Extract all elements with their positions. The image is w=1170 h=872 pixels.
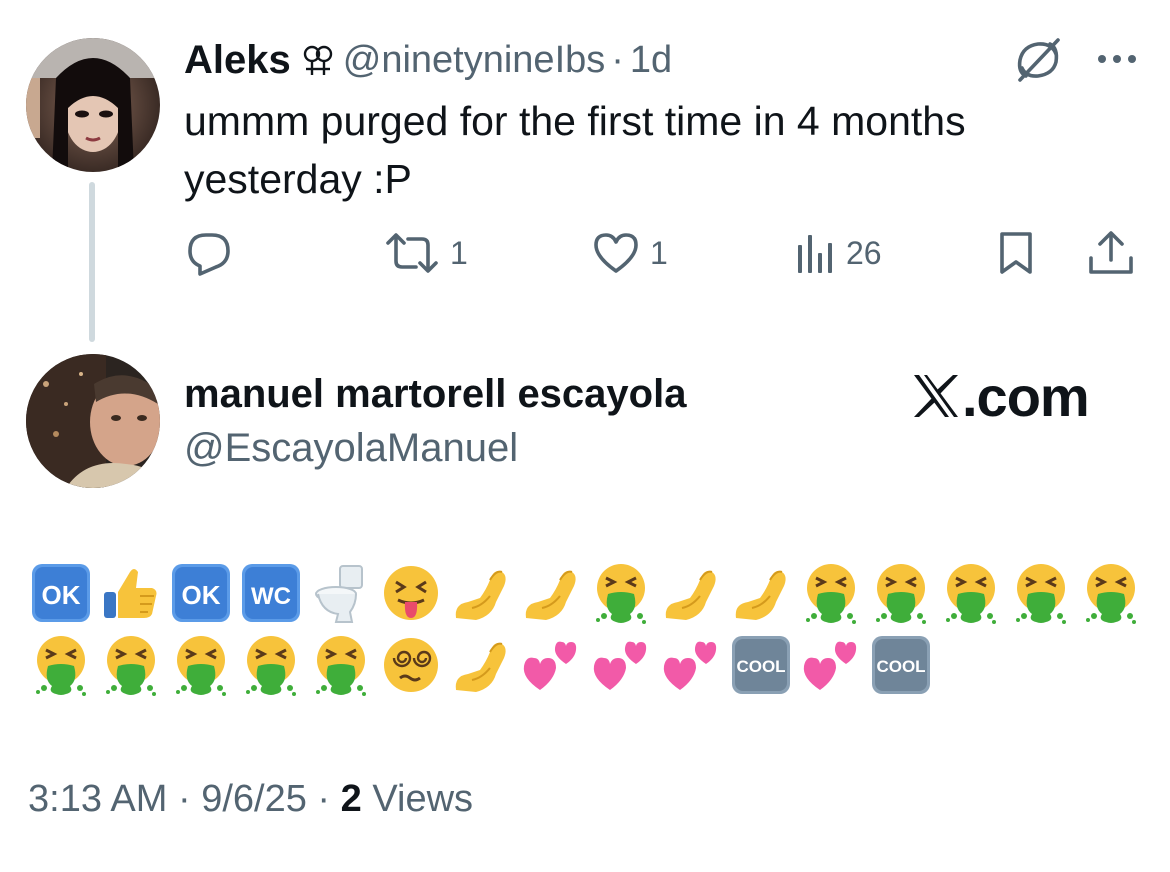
tongue-face-emoji-icon bbox=[380, 562, 442, 624]
vomit-emoji-icon bbox=[100, 634, 162, 696]
tweet-meta-footer: 3:13 AM · 9/6/25 · 2 Views bbox=[28, 778, 473, 821]
reply-button[interactable] bbox=[186, 228, 232, 278]
vomit-emoji-icon bbox=[870, 562, 932, 624]
retweet-button[interactable]: 1 bbox=[384, 228, 468, 278]
display-name[interactable]: manuel martorell escayola bbox=[184, 372, 686, 417]
like-count: 1 bbox=[650, 234, 668, 271]
vomit-emoji-icon bbox=[1080, 562, 1142, 624]
emoji-row-2: COOL COOL bbox=[30, 634, 932, 696]
tweet-thread-screenshot: Aleks @ninetynineIbs · 1d ummm purged fo… bbox=[0, 0, 1170, 872]
emoji-row-1: OK OK WC bbox=[30, 562, 1142, 624]
views-count: 2 bbox=[340, 778, 362, 820]
x-logo-icon bbox=[912, 373, 960, 419]
avatar[interactable] bbox=[26, 354, 160, 488]
post-time[interactable]: 3:13 AM bbox=[28, 778, 167, 820]
brand-domain-text: .com bbox=[962, 364, 1090, 428]
user-handle[interactable]: @EscayolaManuel bbox=[184, 426, 518, 471]
pinched-emoji-icon bbox=[730, 562, 792, 624]
svg-text:OK: OK bbox=[42, 580, 81, 610]
thread-connector-line bbox=[89, 182, 95, 342]
thumbs-up-emoji-icon bbox=[100, 562, 162, 624]
vomit-emoji-icon bbox=[1010, 562, 1072, 624]
views-icon bbox=[796, 231, 836, 275]
hearts-emoji-icon bbox=[590, 634, 652, 696]
pinched-emoji-icon bbox=[450, 562, 512, 624]
share-icon bbox=[1086, 230, 1136, 276]
hearts-emoji-icon bbox=[800, 634, 862, 696]
svg-text:OK: OK bbox=[182, 580, 221, 610]
vomit-emoji-icon bbox=[170, 634, 232, 696]
separator-dot: · bbox=[317, 778, 331, 820]
dizzy-face-emoji-icon bbox=[380, 634, 442, 696]
retweet-icon bbox=[384, 231, 440, 275]
post-date[interactable]: 9/6/25 bbox=[201, 778, 307, 820]
vomit-emoji-icon bbox=[800, 562, 862, 624]
bookmark-icon bbox=[996, 230, 1036, 276]
ok-emoji-icon: OK bbox=[30, 562, 92, 624]
ok-emoji-icon: OK bbox=[170, 562, 232, 624]
display-name[interactable]: Aleks bbox=[184, 38, 291, 83]
pinched-emoji-icon bbox=[450, 634, 512, 696]
vomit-emoji-icon bbox=[30, 634, 92, 696]
hearts-emoji-icon bbox=[520, 634, 582, 696]
share-button[interactable] bbox=[1086, 228, 1136, 278]
tweet-header: Aleks @ninetynineIbs · 1d bbox=[184, 36, 672, 84]
toilet-emoji-icon bbox=[310, 562, 372, 624]
cool-emoji-icon: COOL bbox=[730, 634, 792, 696]
timestamp[interactable]: 1d bbox=[630, 39, 672, 82]
vomit-emoji-icon bbox=[240, 634, 302, 696]
retweet-count: 1 bbox=[450, 234, 468, 271]
double-female-sign-icon bbox=[301, 43, 335, 77]
hearts-emoji-icon bbox=[660, 634, 722, 696]
views-label: Views bbox=[372, 778, 474, 820]
pinched-emoji-icon bbox=[660, 562, 722, 624]
vomit-emoji-icon bbox=[590, 562, 652, 624]
wc-emoji-icon: WC bbox=[240, 562, 302, 624]
heart-icon bbox=[592, 231, 640, 275]
separator-dot: · bbox=[177, 778, 191, 820]
views-button[interactable]: 26 bbox=[796, 228, 882, 278]
like-button[interactable]: 1 bbox=[592, 228, 668, 278]
tweet-text: ummm purged for the first time in 4 mont… bbox=[184, 98, 966, 202]
views-count: 26 bbox=[846, 234, 882, 271]
user-handle[interactable]: @ninetynineIbs bbox=[343, 39, 606, 82]
cool-emoji-icon: COOL bbox=[870, 634, 932, 696]
svg-text:WC: WC bbox=[251, 583, 291, 610]
reply-icon bbox=[186, 230, 232, 276]
vomit-emoji-icon bbox=[940, 562, 1002, 624]
svg-text:COOL: COOL bbox=[876, 657, 925, 676]
vomit-emoji-icon bbox=[310, 634, 372, 696]
more-options-icon[interactable] bbox=[1094, 44, 1140, 74]
grok-icon[interactable] bbox=[1012, 38, 1064, 82]
bookmark-button[interactable] bbox=[996, 228, 1036, 278]
avatar[interactable] bbox=[26, 38, 160, 172]
x-com-logo: .com bbox=[912, 364, 1090, 428]
pinched-emoji-icon bbox=[520, 562, 582, 624]
separator-dot: · bbox=[611, 38, 624, 81]
svg-text:COOL: COOL bbox=[736, 657, 785, 676]
